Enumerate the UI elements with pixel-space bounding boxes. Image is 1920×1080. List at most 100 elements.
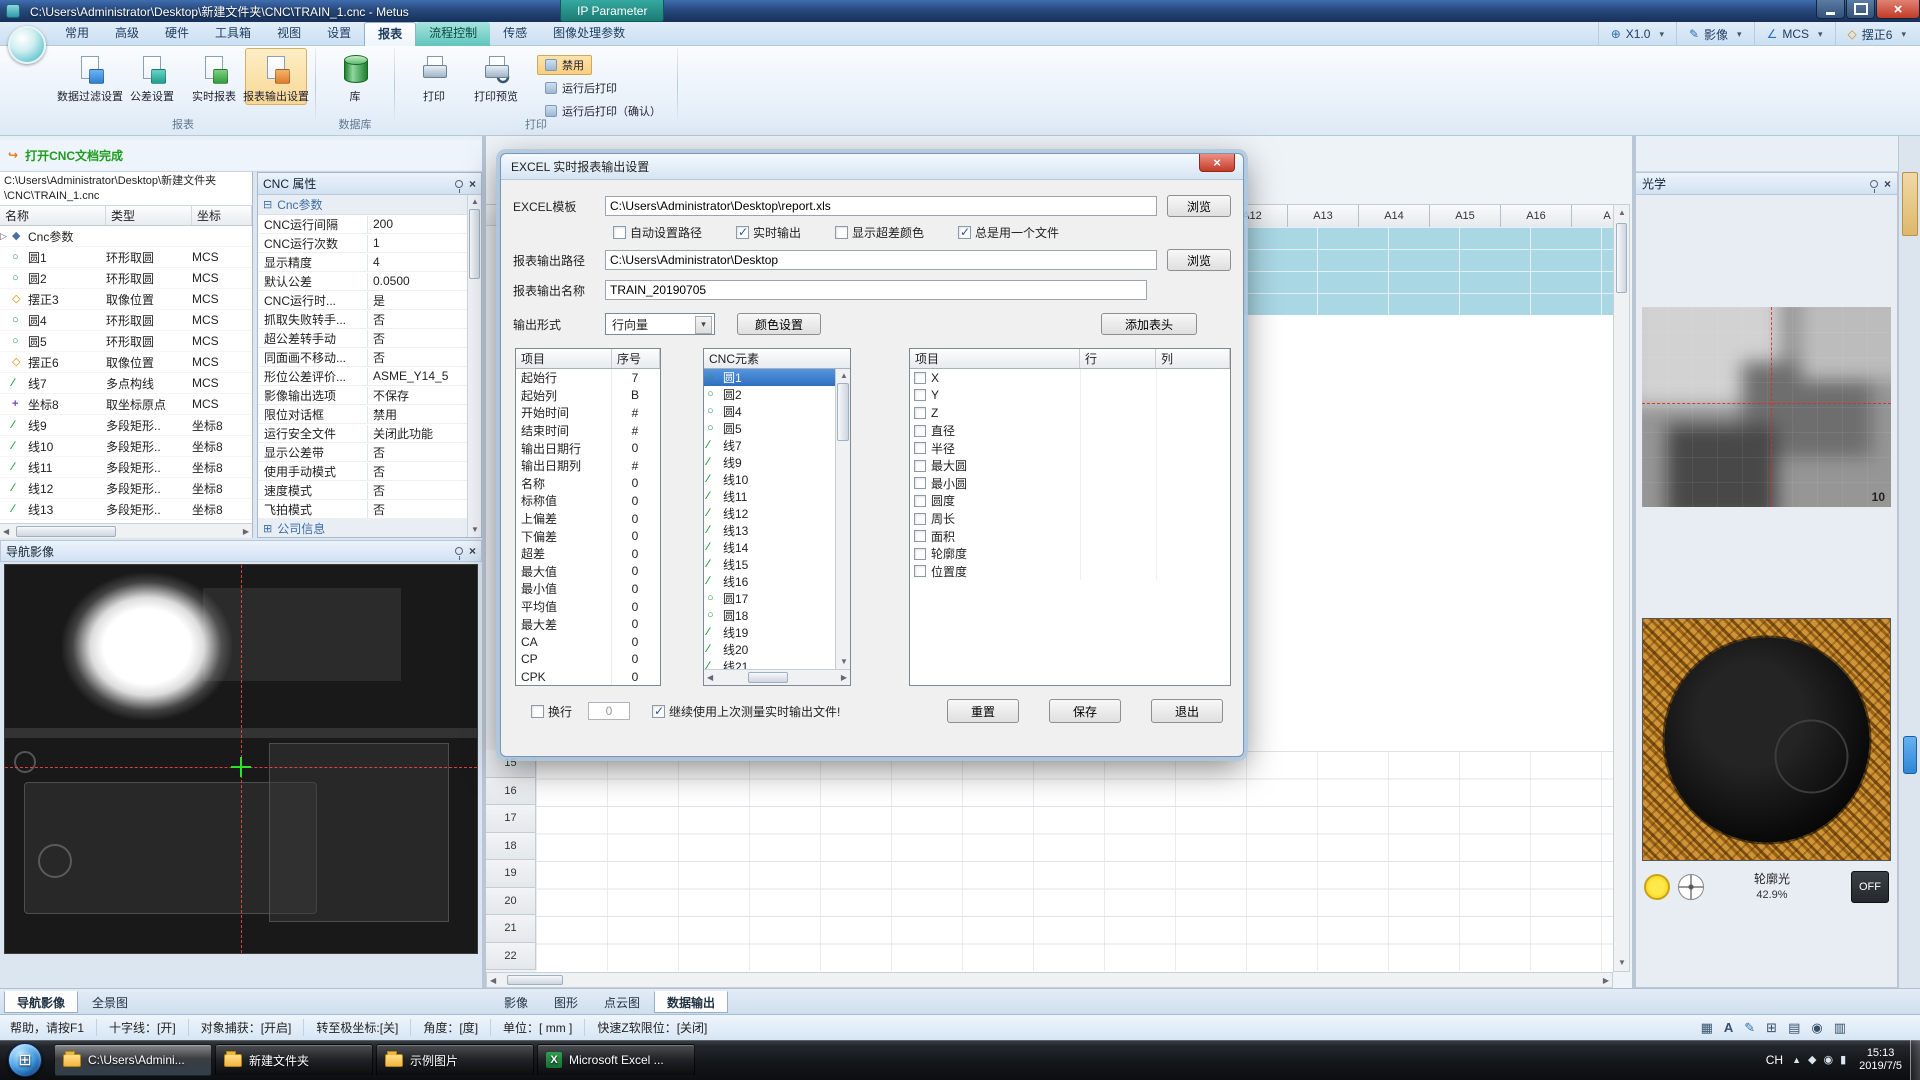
item-index[interactable]: 0	[612, 652, 658, 666]
close-button[interactable]	[1876, 0, 1920, 19]
cnc-element-item[interactable]: 线14	[704, 539, 835, 556]
cnc-element-item[interactable]: 圆2	[704, 386, 835, 403]
field-col-value[interactable]	[1156, 387, 1230, 405]
expand-icon[interactable]: ⊞	[263, 522, 272, 535]
table-row[interactable]: 线7 多点构线 MCS	[0, 373, 252, 394]
report-item-row[interactable]: 标称值 0	[516, 492, 660, 510]
ribbon-tab[interactable]: 传感	[490, 22, 540, 46]
view-control-dropdown[interactable]: MCS	[1754, 22, 1835, 46]
ribbon-tab[interactable]: 设置	[314, 22, 364, 46]
statusbar-tool-icon[interactable]	[1766, 1021, 1777, 1034]
field-checkbox[interactable]	[914, 460, 926, 472]
property-value[interactable]: 否	[368, 463, 467, 480]
field-checkbox[interactable]	[914, 548, 926, 560]
statusbar-tool-icon[interactable]	[1724, 1021, 1733, 1034]
view-control-dropdown[interactable]: X1.0	[1598, 22, 1676, 46]
property-row[interactable]: CNC运行间隔 200	[258, 215, 467, 234]
report-item-row[interactable]: CPK 0	[516, 668, 660, 686]
scroll-up-icon[interactable]: ▲	[1618, 209, 1626, 217]
field-checkbox[interactable]	[914, 513, 926, 525]
cnc-element-item[interactable]: 线7	[704, 437, 835, 454]
dialog-close-button[interactable]: ×	[1199, 154, 1235, 172]
property-value[interactable]: 4	[368, 255, 467, 269]
statusbar-tool-icon[interactable]	[1788, 1021, 1800, 1034]
item-index[interactable]: 0	[612, 529, 658, 543]
field-row-value[interactable]	[1080, 457, 1156, 475]
ribbon-tab[interactable]: 视图	[264, 22, 314, 46]
document-tab[interactable]: 点云图	[592, 991, 652, 1013]
field-row-value[interactable]	[1080, 545, 1156, 563]
field-row-value[interactable]	[1080, 492, 1156, 510]
field-checkbox[interactable]	[914, 407, 926, 419]
property-value[interactable]: 是	[368, 292, 467, 309]
field-col-value[interactable]	[1156, 492, 1230, 510]
dialog-option[interactable]: 自动设置路径	[613, 224, 702, 241]
field-col-value[interactable]	[1156, 404, 1230, 422]
cnc-element-item[interactable]: 线15	[704, 556, 835, 573]
grid-vscrollbar[interactable]: ▲ ▼	[1613, 204, 1630, 972]
add-table-header-button[interactable]: 添加表头	[1101, 313, 1197, 335]
grid-hscrollbar[interactable]: ◀ ▶	[486, 972, 1613, 988]
output-field-row[interactable]: Y	[910, 387, 1230, 405]
browse-template-button[interactable]: 浏览	[1167, 195, 1231, 217]
column-header-name[interactable]: 名称	[0, 206, 106, 225]
ip-parameter-tab[interactable]: IP Parameter	[560, 0, 664, 22]
pin-icon[interactable]	[1870, 180, 1878, 188]
report-item-row[interactable]: 最大差 0	[516, 615, 660, 633]
field-row-value[interactable]	[1080, 475, 1156, 493]
tray-icon[interactable]	[1840, 1055, 1846, 1066]
dialog-option[interactable]: 总是用一个文件	[958, 224, 1059, 241]
document-tab[interactable]: 数据输出	[654, 991, 728, 1013]
grid-column-header[interactable]: A16	[1501, 205, 1572, 227]
property-row[interactable]: 形位公差评价... ASME_Y14_5	[258, 367, 467, 386]
field-col-value[interactable]	[1156, 545, 1230, 563]
property-value[interactable]: 否	[368, 311, 467, 328]
dock-tab[interactable]: 全景图	[80, 991, 140, 1013]
row-col-header[interactable]: 行	[1080, 349, 1156, 368]
output-field-row[interactable]: X	[910, 369, 1230, 387]
property-row[interactable]: CNC运行次数 1	[258, 234, 467, 253]
report-item-row[interactable]: CP 0	[516, 651, 660, 669]
table-row[interactable]: ▷ Cnc参数	[0, 226, 252, 247]
items-col-header[interactable]: 项目	[516, 349, 612, 368]
optics-camera-view[interactable]	[1642, 618, 1891, 861]
field-checkbox[interactable]	[914, 425, 926, 437]
field-row-value[interactable]	[1080, 527, 1156, 545]
ribbon-tab[interactable]: 常用	[52, 22, 102, 46]
col-col-header[interactable]: 列	[1156, 349, 1230, 368]
grid-column-header[interactable]: A	[1572, 205, 1613, 227]
taskbar-button[interactable]: 示例图片	[376, 1044, 534, 1076]
output-field-row[interactable]: 位置度	[910, 563, 1230, 581]
statusbar-tool-icon[interactable]	[1744, 1021, 1755, 1034]
scrollbar-thumb[interactable]	[507, 975, 563, 985]
cnc-element-item[interactable]: 线21	[704, 658, 835, 669]
navigation-camera-view[interactable]	[4, 564, 478, 954]
cnc-element-item[interactable]: 圆17	[704, 590, 835, 607]
property-value[interactable]: 关闭此功能	[368, 425, 467, 442]
report-item-row[interactable]: 输出日期列 #	[516, 457, 660, 475]
field-row-value[interactable]	[1080, 439, 1156, 457]
property-value[interactable]: 否	[368, 501, 467, 518]
field-row-value[interactable]	[1080, 563, 1156, 581]
report-item-row[interactable]: CA 0	[516, 633, 660, 651]
item-index[interactable]: 0	[612, 494, 658, 508]
cnc-element-item[interactable]: 线16	[704, 573, 835, 590]
grid-column-header[interactable]: A13	[1288, 205, 1359, 227]
table-row[interactable]: 圆1 环形取圆 MCS	[0, 247, 252, 268]
property-row[interactable]: CNC运行时... 是	[258, 291, 467, 310]
property-value[interactable]: 否	[368, 444, 467, 461]
property-value[interactable]: 1	[368, 236, 467, 250]
close-icon[interactable]: ×	[1884, 178, 1891, 190]
field-checkbox[interactable]	[914, 372, 926, 384]
app-logo-button[interactable]	[8, 26, 46, 64]
scroll-right-icon[interactable]: ▶	[1603, 977, 1609, 985]
item-index[interactable]: 0	[612, 670, 658, 684]
dock-tab[interactable]: 导航影像	[4, 991, 78, 1013]
report-item-row[interactable]: 名称 0	[516, 475, 660, 493]
tray-icon[interactable]	[1808, 1055, 1816, 1066]
cnc-element-item[interactable]: 圆5	[704, 420, 835, 437]
scrollbar-thumb[interactable]	[469, 209, 480, 279]
tray-icon[interactable]	[1792, 1055, 1801, 1066]
segment-light-icon[interactable]	[1678, 874, 1704, 900]
scrollbar-thumb[interactable]	[837, 383, 849, 441]
